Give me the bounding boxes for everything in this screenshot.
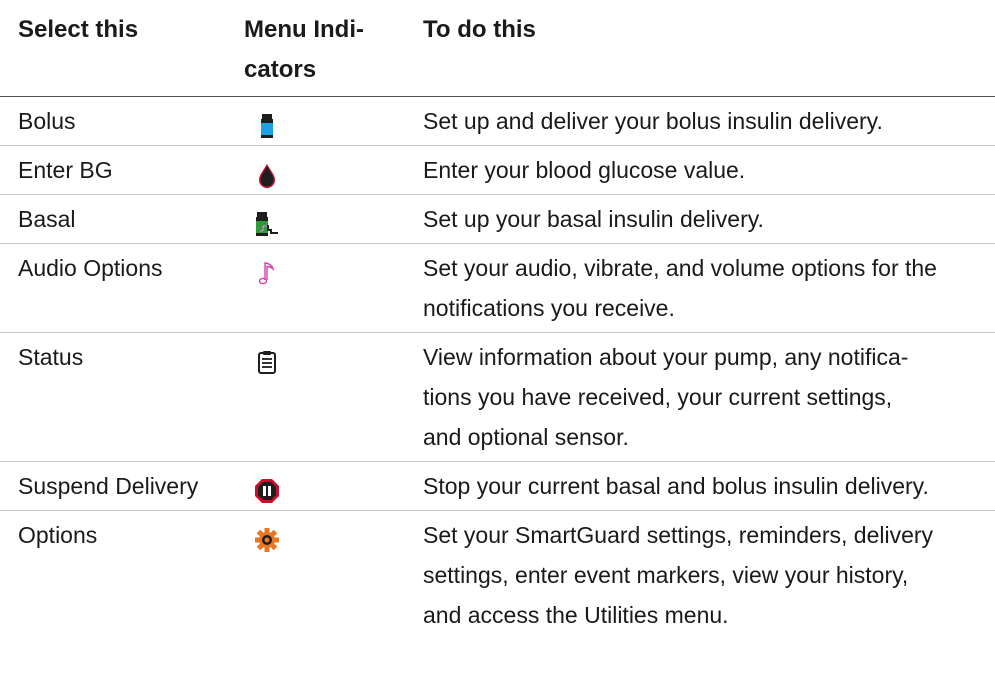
table-row: Audio Options Set your audio, vibrate, a… [0,243,995,333]
row-name: Audio Options [0,243,229,333]
row-name: Options [18,522,98,548]
row-description: Set your SmartGuard settings, reminders,… [423,522,934,628]
stop-pause-icon [254,478,280,504]
header-to-do-this: To do this [408,0,995,97]
row-name: Bolus [0,96,229,146]
header-select-this: Select this [0,0,229,97]
row-name: Status [0,332,229,462]
music-note-icon [254,260,280,286]
header-menu-indicators: Menu Indi-cators [229,0,408,97]
row-name: Basal [0,194,229,244]
table-row: Enter BG Enter your blood glucose value. [0,145,995,195]
table-row: Options Set your SmartGuard settings, re… [0,511,995,640]
menu-indicator-table: Select this Menu Indi-cators To do this … [0,0,995,639]
header-row: Select this Menu Indi-cators To do this [0,0,995,97]
table-row: Status View information about your pump,… [0,332,995,462]
row-description: Set up and deliver your bolus insulin de… [408,96,995,146]
row-description: Set your audio, vibrate, and volume opti… [408,243,995,333]
row-description: Stop your current basal and bolus insuli… [408,461,995,511]
table-row: Basal Set up your basal insulin delivery… [0,194,995,244]
bolus-vial-icon [254,113,280,139]
row-description: Enter your blood glucose value. [408,145,995,195]
blood-drop-icon [254,162,280,189]
gear-icon [254,527,280,553]
table-row: Suspend Delivery Stop your current basal… [0,461,995,511]
row-description: View information about your pump, any no… [408,332,995,462]
row-name: Suspend Delivery [0,461,229,511]
table-row: Bolus Set up and deliver your bolus insu… [0,96,995,146]
row-name: Enter BG [0,145,229,195]
clipboard-icon [254,349,280,375]
row-description: Set up your basal insulin delivery. [408,194,995,244]
basal-vial-icon [254,211,280,237]
